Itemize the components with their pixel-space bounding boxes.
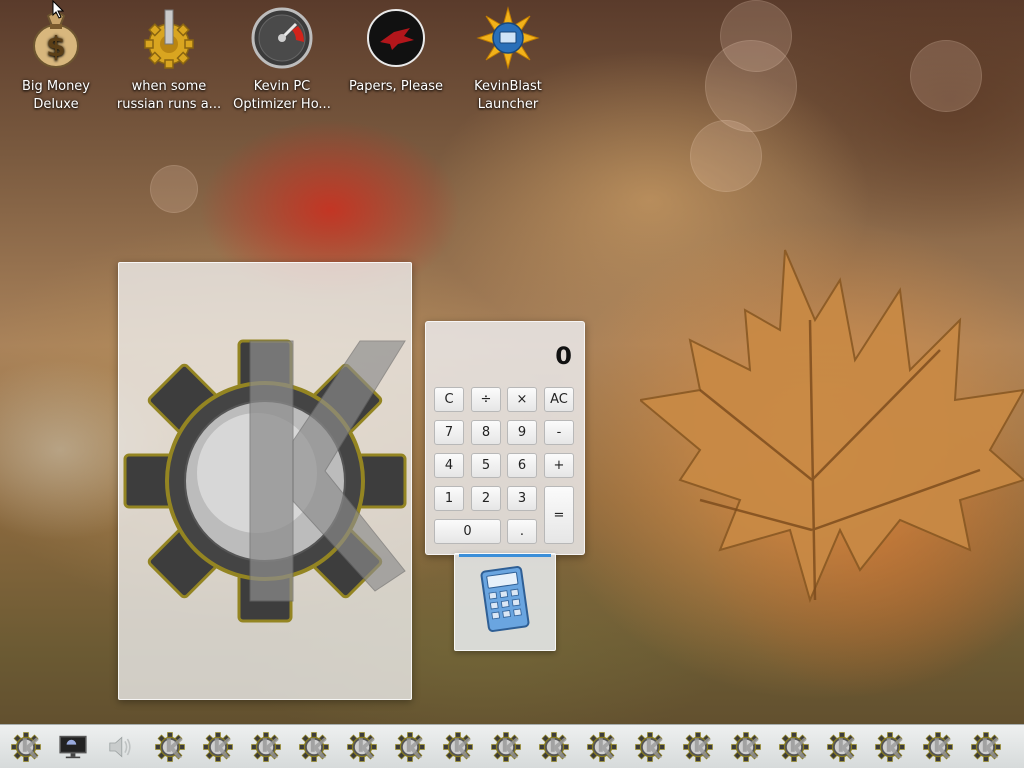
key-plus[interactable]: + [544,453,574,478]
key-equals[interactable]: = [544,486,574,544]
key-minus[interactable]: - [544,420,574,445]
kevin-gear-icon [154,731,186,763]
kevin-gear-icon [538,731,570,763]
key-all-clear[interactable]: AC [544,387,574,412]
kevinblast-icon [476,6,540,70]
desktop-icon-kevin-pc-optimizer[interactable]: Kevin PC Optimizer Ho... [226,6,338,114]
kevin-gear-icon [250,731,282,763]
calculator-display: 0 [555,342,572,370]
calculator-icon [480,566,530,632]
key-2[interactable]: 2 [471,486,501,511]
key-6[interactable]: 6 [507,453,537,478]
taskbar-app-button[interactable] [825,730,859,764]
key-8[interactable]: 8 [471,420,501,445]
gear-icon [144,9,194,69]
mouse-cursor-icon [52,0,64,19]
desktop-icon-label: when some russian runs a... [116,79,222,112]
kevin-gear-icon [586,731,618,763]
taskbar-app-button[interactable] [297,730,331,764]
desktop-icon-label: Papers, Please [348,79,444,94]
taskbar-app-button[interactable] [9,730,43,764]
taskbar-app-button[interactable] [681,730,715,764]
desktop-icon-russian[interactable]: when some russian runs a... [113,6,225,114]
bokeh-light [705,40,797,132]
desktop-icon-label: Big Money Deluxe [21,79,90,112]
key-multiply[interactable]: × [507,387,537,412]
taskbar-app-button[interactable] [489,730,523,764]
taskbar-app-button[interactable] [441,730,475,764]
taskbar-app-button[interactable] [249,730,283,764]
bokeh-light [690,120,762,192]
taskbar-app-button[interactable] [633,730,667,764]
taskbar-app-button[interactable] [393,730,427,764]
taskbar-app-button[interactable] [153,730,187,764]
taskbar-app-button[interactable] [873,730,907,764]
calculator-window[interactable]: 0 C ÷ × AC 7 8 9 - 4 5 6 + 1 2 3 = 0 . [425,321,585,555]
active-indicator [459,554,551,557]
desktop-icon-kevinblast-launcher[interactable]: KevinBlast Launcher [452,6,564,114]
bokeh-light [150,165,198,213]
kevin-gear-icon [970,731,1002,763]
show-desktop-button[interactable] [56,730,90,764]
key-0[interactable]: 0 [434,519,501,544]
kevin-gear-icon [298,731,330,763]
key-1[interactable]: 1 [434,486,464,511]
gauge-icon [251,7,313,69]
key-9[interactable]: 9 [507,420,537,445]
key-5[interactable]: 5 [471,453,501,478]
kevin-gear-icon [490,731,522,763]
splash-window[interactable] [118,262,412,700]
volume-button[interactable] [104,730,138,764]
speaker-icon [109,736,131,758]
kevin-gear-logo-icon [123,339,407,623]
key-7[interactable]: 7 [434,420,464,445]
kevin-gear-icon [778,731,810,763]
maple-leaf-wallpaper [640,249,1024,603]
taskbar-app-button[interactable] [345,730,379,764]
calculator-thumbnail[interactable] [454,553,556,651]
kevin-gear-icon [922,731,954,763]
desktop: $ Big Money Deluxe when some russian run… [0,0,1024,768]
taskbar-app-button[interactable] [921,730,955,764]
taskbar-app-button[interactable] [537,730,571,764]
kevin-gear-icon [394,731,426,763]
taskbar-app-button[interactable] [969,730,1003,764]
kevin-gear-icon [202,731,234,763]
key-divide[interactable]: ÷ [471,387,501,412]
key-decimal[interactable]: . [507,519,537,544]
taskbar-app-button[interactable] [729,730,763,764]
kevin-gear-icon [682,731,714,763]
taskbar [0,724,1024,768]
bokeh-light [910,40,982,112]
key-3[interactable]: 3 [507,486,537,511]
taskbar-app-button[interactable] [777,730,811,764]
svg-text:$: $ [46,30,65,63]
kevin-gear-icon [442,731,474,763]
kevin-gear-icon [826,731,858,763]
kevin-gear-icon [874,731,906,763]
desktop-icon-label: KevinBlast Launcher [474,79,542,112]
taskbar-app-button[interactable] [201,730,235,764]
kevin-gear-icon [10,731,42,763]
desktop-icon-label: Kevin PC Optimizer Ho... [233,79,331,112]
kevin-gear-icon [730,731,762,763]
papers-please-icon [367,9,425,67]
desktop-icon-big-money-deluxe[interactable]: $ Big Money Deluxe [0,6,112,114]
kevin-gear-icon [346,731,378,763]
monitor-icon [59,735,87,759]
desktop-icon-papers-please[interactable]: Papers, Please [340,6,452,96]
key-clear[interactable]: C [434,387,464,412]
kevin-gear-icon [634,731,666,763]
key-4[interactable]: 4 [434,453,464,478]
taskbar-app-button[interactable] [585,730,619,764]
